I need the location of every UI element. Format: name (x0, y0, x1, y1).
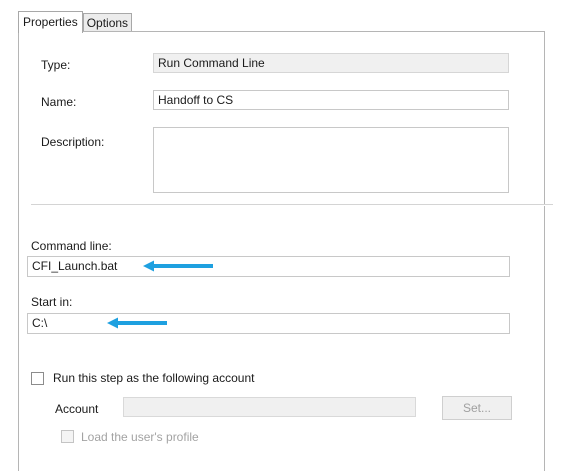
account-label: Account (55, 402, 99, 416)
arrow-annotation-icon (107, 317, 167, 329)
description-field[interactable] (153, 127, 509, 193)
start-in-label: Start in: (31, 295, 73, 309)
section-divider (31, 204, 553, 206)
tab-options[interactable]: Options (82, 13, 133, 32)
start-in-field[interactable]: C:\ (27, 313, 510, 334)
tab-properties[interactable]: Properties (18, 11, 83, 33)
set-account-button[interactable]: Set... (442, 396, 512, 420)
command-line-field[interactable]: CFI_Launch.bat (27, 256, 510, 277)
name-field[interactable]: Handoff to CS (153, 90, 509, 110)
arrow-annotation-icon (143, 260, 213, 272)
type-field: Run Command Line (153, 53, 509, 73)
name-label: Name: (41, 95, 77, 109)
account-field[interactable] (123, 397, 416, 417)
tab-strip: Properties Options (18, 10, 133, 33)
load-profile-checkbox[interactable] (61, 430, 74, 443)
run-as-account-checkbox[interactable] (31, 372, 44, 385)
type-label: Type: (41, 58, 71, 72)
load-profile-label: Load the user's profile (81, 430, 199, 444)
run-as-account-label: Run this step as the following account (53, 371, 255, 385)
description-label: Description: (41, 135, 105, 149)
command-line-label: Command line: (31, 239, 112, 253)
properties-panel: Type: Run Command Line Name: Handoff to … (18, 31, 553, 471)
